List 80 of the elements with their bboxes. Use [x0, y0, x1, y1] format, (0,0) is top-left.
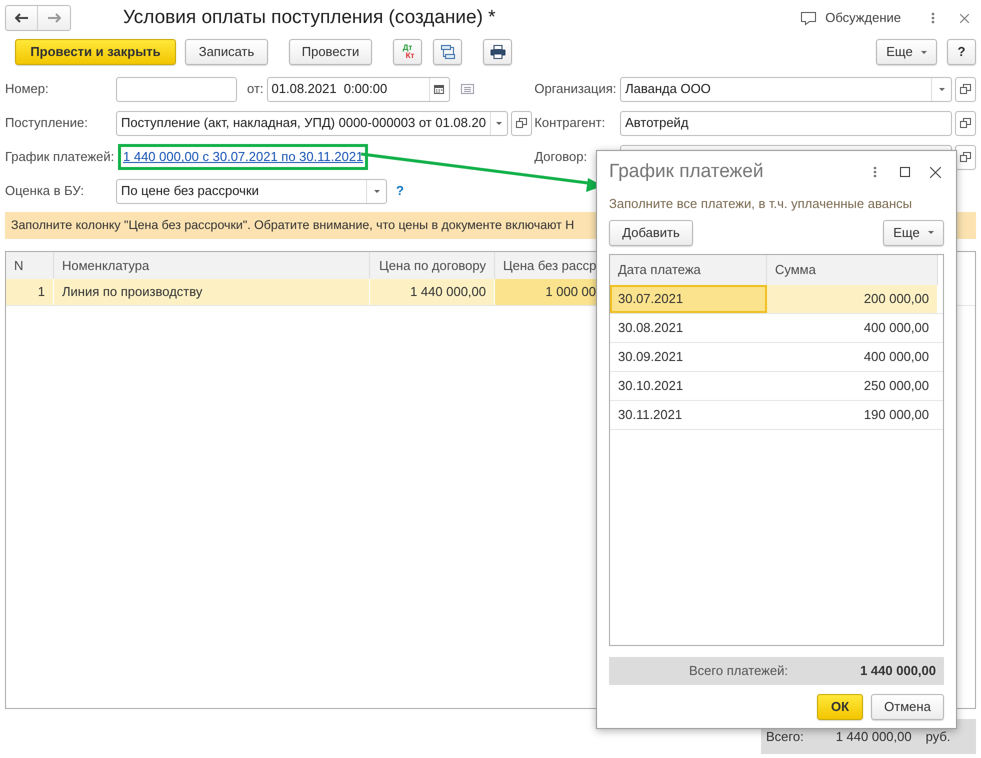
totals-label: Всего:: [766, 728, 804, 746]
open-window-icon: [515, 117, 528, 129]
column-header: Дата платежа: [610, 254, 767, 284]
schedule-link[interactable]: 1 440 000,00 с 30.07.2021 по 30.11.2021: [123, 149, 364, 164]
field-label: Номер:: [5, 80, 50, 98]
table-cell: 30.07.2021: [610, 284, 767, 312]
table-cell: 1: [6, 279, 54, 305]
print-button[interactable]: [483, 39, 512, 65]
toolbar-button[interactable]: Провести: [289, 39, 372, 65]
close-icon[interactable]: [960, 14, 969, 22]
more-button[interactable]: Еще: [883, 220, 944, 246]
more-menu-icon[interactable]: [873, 166, 877, 178]
dialog-title: График платежей: [609, 160, 764, 184]
field-label: Оценка в БУ:: [5, 182, 85, 200]
organization-field[interactable]: Лаванда ООО: [620, 76, 952, 102]
printer-icon: [490, 45, 506, 59]
currency-label: руб.: [926, 728, 950, 746]
calendar-icon: [434, 84, 444, 94]
counterparty-field[interactable]: Автотрейд: [620, 110, 952, 136]
structure-icon: [440, 44, 456, 60]
open-button[interactable]: [955, 76, 976, 102]
table-cell: 1 440 000,00: [370, 279, 495, 305]
caret-icon: [920, 50, 927, 54]
totals-value: 1 440 000,00: [860, 662, 936, 680]
open-button[interactable]: [511, 110, 532, 136]
table-cell: 400 000,00: [767, 314, 938, 342]
maximize-icon[interactable]: [900, 167, 910, 177]
open-window-icon: [959, 117, 972, 129]
dialog-hint: Заполните все платежи, в т.ч. уплаченные авансы: [609, 195, 913, 213]
ok-button[interactable]: ОК: [817, 694, 863, 720]
field-label: Поступление:: [5, 114, 89, 132]
table-cell: 200 000,00: [767, 284, 938, 312]
field-label: Контрагент:: [534, 114, 606, 132]
help-button[interactable]: ?: [947, 39, 976, 65]
table-cell: 30.11.2021: [610, 400, 767, 428]
caret-icon: [928, 231, 934, 234]
table-cell: 400 000,00: [767, 342, 938, 370]
close-icon[interactable]: [930, 166, 941, 178]
help-link[interactable]: ?: [396, 181, 404, 201]
structure-button[interactable]: [433, 39, 462, 65]
totals-value: 1 440 000,00: [836, 728, 912, 746]
open-button[interactable]: [955, 110, 976, 136]
discussion-link[interactable]: Обсуждение: [800, 8, 901, 28]
table-cell: 30.09.2021: [610, 342, 767, 370]
comment-list-icon[interactable]: [460, 84, 474, 94]
table-cell: 190 000,00: [767, 400, 938, 428]
field-label: от:: [247, 80, 264, 98]
receipt-field[interactable]: Поступление (акт, накладная, УПД) 0000-000003 от 01.08.20: [116, 110, 508, 136]
field-label: Организация:: [534, 80, 618, 98]
window-title: Условия оплаты поступления (создание) *: [123, 6, 496, 30]
column-header: N: [6, 252, 54, 279]
more-menu-icon[interactable]: [931, 12, 935, 24]
back-arrow-icon: [14, 13, 28, 23]
field-label: Договор:: [534, 148, 588, 166]
caret-icon: [496, 122, 502, 124]
date-field[interactable]: 01.08.2021 0:00:00: [266, 76, 450, 102]
column-header: Сумма: [767, 254, 938, 284]
forward-arrow-icon: [47, 13, 61, 23]
column-header: Цена по договору: [370, 252, 495, 279]
open-window-icon: [959, 83, 972, 95]
open-button[interactable]: [955, 144, 976, 170]
table-cell: 250 000,00: [767, 372, 938, 400]
number-field[interactable]: [116, 76, 237, 102]
totals-label: Всего платежей:: [689, 662, 788, 680]
toolbar-button[interactable]: Записать: [185, 39, 268, 65]
post-and-close-button[interactable]: Провести и закрыть: [15, 39, 176, 65]
debit-credit-button[interactable]: Дт Кт: [393, 39, 422, 65]
add-button[interactable]: Добавить: [609, 220, 693, 246]
more-button[interactable]: Еще: [876, 39, 937, 65]
column-header: Номенклатура: [54, 252, 370, 279]
open-window-icon: [959, 151, 972, 163]
valuation-field[interactable]: По цене без рассрочки: [116, 178, 387, 204]
field-label: График платежей:: [5, 148, 116, 166]
speech-bubble-icon: [800, 10, 818, 26]
table-cell: Линия по производству: [54, 279, 370, 305]
caret-icon: [938, 88, 945, 90]
caret-icon: [374, 190, 380, 192]
cancel-button[interactable]: Отмена: [871, 694, 944, 720]
table-cell: 30.10.2021: [610, 372, 767, 400]
table-cell: 30.08.2021: [610, 314, 767, 342]
